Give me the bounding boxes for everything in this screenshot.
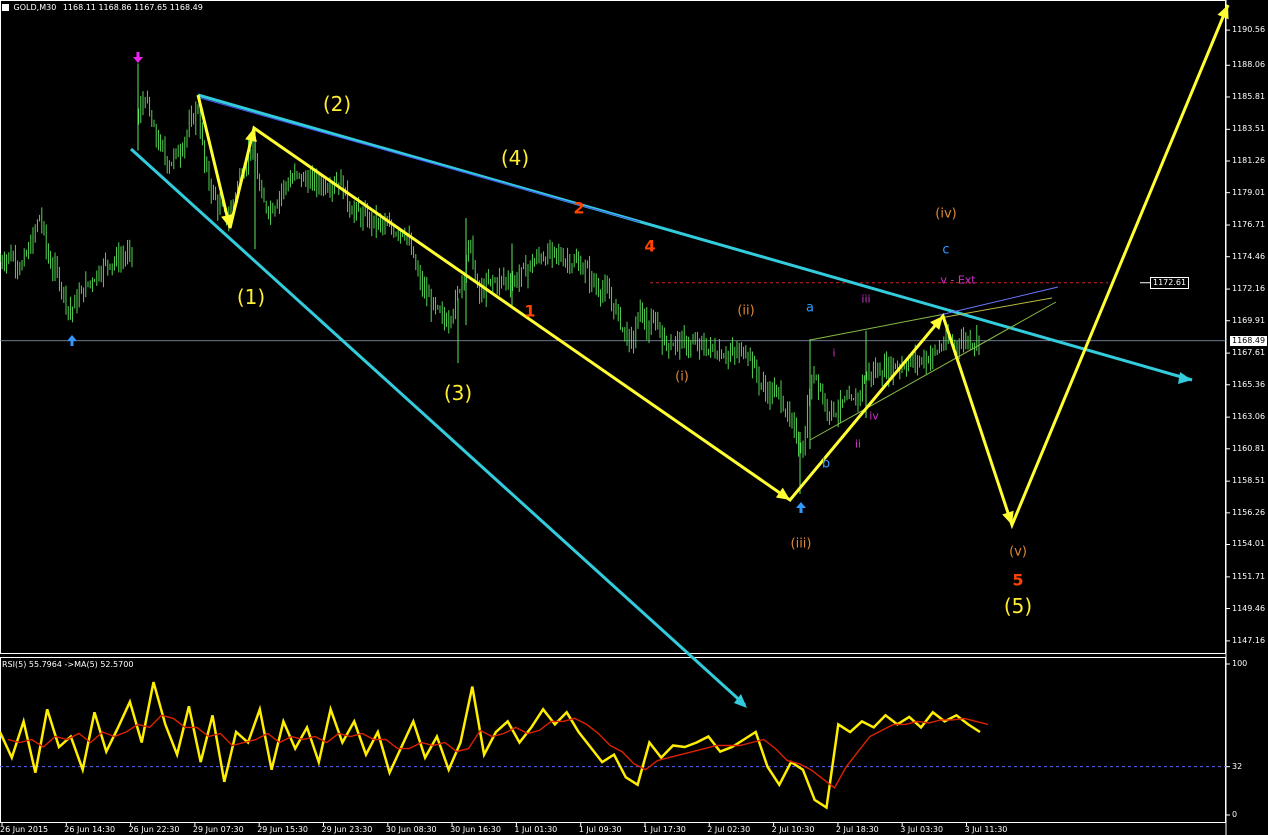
wave-label: c xyxy=(942,242,950,258)
wave-label: 5 xyxy=(1012,570,1024,590)
wave-label: (iii) xyxy=(790,536,812,552)
x-tick-label: 3 Jul 03:30 xyxy=(900,825,944,834)
x-tick-label: 1 Jul 01:30 xyxy=(514,825,558,834)
main-panel-frame xyxy=(0,0,1226,654)
y-tick-label: 1151.71 xyxy=(1232,571,1266,581)
wave-label: 1 xyxy=(524,301,536,321)
x-tick-label: 1 Jul 09:30 xyxy=(578,825,622,834)
wave-arrowhead xyxy=(1002,510,1014,525)
dropdown-icon xyxy=(2,4,9,11)
rsi-tick-label: 100 xyxy=(1232,659,1248,668)
x-tick-label: 2 Jul 18:30 xyxy=(835,825,879,834)
marked-level-tag: 1172.61 xyxy=(1150,277,1190,289)
x-tick-label: 2 Jul 10:30 xyxy=(771,825,815,834)
lower-trendline xyxy=(129,147,747,707)
x-tick-label: 30 Jun 16:30 xyxy=(450,825,501,834)
rsi-tick-label: 32 xyxy=(1232,761,1243,771)
y-tick-label: 1188.06 xyxy=(1232,60,1266,70)
y-tick-label: 1181.26 xyxy=(1232,155,1266,165)
x-tick-label: 29 Jun 23:30 xyxy=(321,825,373,834)
fractal-up-arrow-icon xyxy=(67,335,77,346)
y-tick-label: 1147.16 xyxy=(1232,635,1266,645)
x-tick-label: 1 Jul 17:30 xyxy=(643,825,686,834)
wave-arrowhead xyxy=(775,487,790,500)
x-tick-label: 26 Jun 2015 xyxy=(0,825,49,834)
y-tick-label: 1183.51 xyxy=(1232,124,1266,134)
wave-label: i xyxy=(832,346,836,360)
y-tick-label: 1190.56 xyxy=(1232,25,1266,35)
rsi-panel-frame xyxy=(0,657,1226,823)
symbol-label: GOLD,M30 xyxy=(13,3,57,12)
y-tick-label: 1176.71 xyxy=(1232,220,1266,230)
x-tick-label: 3 Jul 11:30 xyxy=(964,825,1008,834)
y-tick-label: 1172.16 xyxy=(1232,284,1266,294)
wave-label: (i) xyxy=(675,369,689,385)
wave-label: (iv) xyxy=(935,206,957,222)
y-tick-label: 1169.91 xyxy=(1232,315,1266,325)
wave-label: iii xyxy=(861,292,871,306)
y-tick-label: 1163.06 xyxy=(1232,412,1266,422)
rsi-tick-label: 0 xyxy=(1232,810,1238,819)
wave-label: 4 xyxy=(644,236,656,256)
current-price-tag: 1168.49 xyxy=(1230,336,1268,346)
x-tick-label: 26 Jun 22:30 xyxy=(128,825,180,834)
rsi-title: RSI(5) 55.7964 ->MA(5) 52.5700 xyxy=(2,660,134,669)
y-tick-label: 1179.01 xyxy=(1232,187,1266,197)
y-tick-label: 1160.81 xyxy=(1232,443,1266,453)
wave-label: 2 xyxy=(573,198,585,218)
fractal-up-arrow-icon xyxy=(796,502,806,513)
fractal-down-arrow-icon xyxy=(133,52,143,63)
y-tick-label: 1165.36 xyxy=(1232,379,1266,389)
y-tick-label: 1167.61 xyxy=(1232,348,1266,358)
rsi-line xyxy=(0,681,981,810)
x-tick-label: 30 Jun 08:30 xyxy=(385,825,437,834)
wave-label: (ii) xyxy=(737,303,755,319)
y-tick-label: 1156.26 xyxy=(1232,507,1266,517)
wave-label: (5) xyxy=(1003,594,1033,618)
wave-label: (2) xyxy=(322,92,352,116)
wave-label: (v) xyxy=(1009,544,1027,560)
ohlc-values: 1168.11 1168.86 1167.65 1168.49 xyxy=(62,3,203,12)
wave-label: (4) xyxy=(500,146,530,170)
y-tick-label: 1185.81 xyxy=(1232,91,1266,101)
wave-label: (3) xyxy=(443,381,473,405)
x-tick-label: 26 Jun 14:30 xyxy=(64,825,116,834)
x-tick-label: 2 Jul 02:30 xyxy=(707,825,751,834)
wave-label: a xyxy=(806,300,814,316)
extension-line-olive xyxy=(939,297,1053,319)
x-tick-label: 29 Jun 07:30 xyxy=(192,825,244,834)
y-tick-label: 1149.46 xyxy=(1232,603,1266,613)
y-tick-label: 1154.01 xyxy=(1232,539,1266,549)
y-tick-label: 1174.46 xyxy=(1232,251,1266,261)
elliott-wave-path xyxy=(196,4,1230,530)
wave-label: iv xyxy=(869,409,879,423)
wave-label: v - Ext xyxy=(940,273,976,287)
wave-label: b xyxy=(821,456,831,472)
y-tick-label: 1158.51 xyxy=(1232,476,1266,486)
x-tick-label: 29 Jun 15:30 xyxy=(257,825,309,834)
chart-canvas xyxy=(0,0,1230,835)
wave-label: ii xyxy=(854,437,862,451)
wave-label: (1) xyxy=(236,285,266,309)
symbol-header: GOLD,M30 1168.11 1168.86 1167.65 1168.49 xyxy=(2,3,203,12)
candles-group xyxy=(0,63,980,494)
